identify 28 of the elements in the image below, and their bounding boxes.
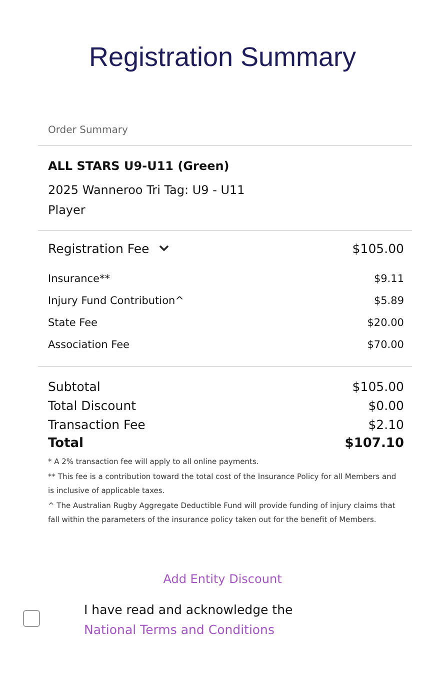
section-heading: Order Summary xyxy=(38,115,412,146)
team-name: ALL STARS U9-U11 (Green) xyxy=(48,158,230,175)
page-title: Registration Summary xyxy=(88,41,358,73)
fee-amount: $105.00 xyxy=(352,241,404,256)
fee-item-label: Injury Fund Contribution^ xyxy=(48,294,184,309)
fee-label: Registration Fee xyxy=(48,241,150,256)
grand-total-amount: $107.10 xyxy=(344,435,404,453)
fee-item-amount: $9.11 xyxy=(374,272,404,287)
total-label: Total Discount xyxy=(48,397,136,415)
total-amount: $2.10 xyxy=(368,416,404,434)
chevron-icon[interactable] xyxy=(159,245,170,252)
grand-total-label: Total xyxy=(48,435,84,453)
fee-item-label: State Fee xyxy=(48,316,98,331)
fee-item-amount: $20.00 xyxy=(367,316,404,331)
add-discount-link[interactable]: Add Entity Discount xyxy=(163,572,282,586)
fee-item-amount: $70.00 xyxy=(367,338,404,353)
terms-checkbox[interactable] xyxy=(23,610,40,626)
role-label: Player xyxy=(48,202,86,219)
total-amount: $0.00 xyxy=(368,397,404,415)
terms-text: I have read and acknowledge the National Terms and Conditions xyxy=(84,600,294,638)
total-amount: $105.00 xyxy=(352,378,404,396)
terms-link[interactable]: National Terms and Conditions xyxy=(84,622,274,636)
fee-item-amount: $5.89 xyxy=(374,294,404,309)
total-label: Subtotal xyxy=(48,378,100,396)
total-label: Transaction Fee xyxy=(48,416,146,434)
fee-item-label: Association Fee xyxy=(48,338,130,353)
competition-name: 2025 Wanneroo Tri Tag: U9 - U11 xyxy=(48,182,246,199)
fee-item-label: Insurance** xyxy=(48,272,110,287)
